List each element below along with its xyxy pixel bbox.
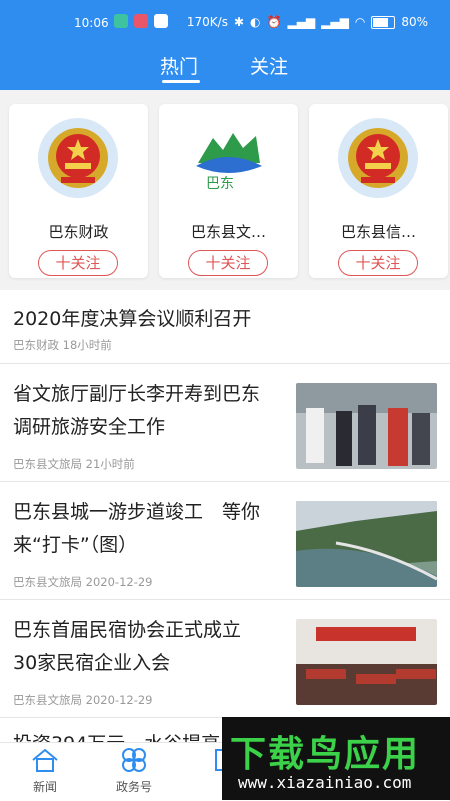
nav-news[interactable]: 新闻 bbox=[10, 747, 80, 795]
net-speed: 170K/s bbox=[186, 15, 228, 29]
recommended-accounts: 巴东财政 十关注 巴东 巴东县文… 十关注 巴东县信… 十关注 bbox=[0, 90, 450, 286]
account-name: 巴东县信… bbox=[340, 223, 416, 241]
battery-percent: 80% bbox=[401, 15, 428, 29]
news-list: 2020年度决算会议顺利召开 巴东财政 18小时前 省文旅厅副厅长李开寿到巴东 … bbox=[0, 290, 450, 759]
news-meta: 巴东县文旅局 2020-12-29 bbox=[13, 574, 153, 590]
news-title-line: 巴东首届民宿协会正式成立 bbox=[13, 619, 242, 641]
nav-gov[interactable]: 政务号 bbox=[99, 747, 169, 795]
news-time: 2020-12-29 bbox=[85, 693, 153, 707]
account-name: 巴东财政 bbox=[48, 223, 109, 241]
news-item[interactable]: 巴东首届民宿协会正式成立 30家民宿企业入会 巴东县文旅局 2020-12-29 bbox=[0, 600, 450, 718]
news-time: 18小时前 bbox=[62, 338, 112, 352]
watermark-title: 下载鸟应用 bbox=[230, 734, 421, 775]
signal-icon: ▂▄▆ bbox=[287, 15, 316, 29]
status-bar: 10:06 170K/s ✱ ◐ ⏰ ▂▄▆ ▂▄▆ ◠ 80% bbox=[0, 0, 450, 44]
news-item[interactable]: 省文旅厅副厅长李开寿到巴东 调研旅游安全工作 巴东县文旅局 21小时前 bbox=[0, 364, 450, 482]
news-title-line: 调研旅游安全工作 bbox=[13, 416, 166, 438]
bluetooth-icon: ✱ bbox=[233, 15, 245, 29]
signal-icon: ▂▄▆ bbox=[321, 15, 349, 29]
news-source: 巴东县文旅局 bbox=[13, 693, 82, 707]
news-title-line: 省文旅厅副厅长李开寿到巴东 bbox=[13, 383, 261, 405]
notification-icons bbox=[114, 14, 168, 28]
mute-icon: ◐ bbox=[250, 15, 261, 29]
news-source: 巴东县文旅局 bbox=[13, 457, 82, 471]
account-name: 巴东县文… bbox=[190, 223, 266, 241]
tab-hot[interactable]: 热门 bbox=[160, 52, 198, 79]
news-meta: 巴东县文旅局 21小时前 bbox=[13, 456, 135, 472]
follow-button[interactable]: 十关注 bbox=[188, 250, 268, 276]
news-item[interactable]: 巴东县城一游步道竣工 等你 来“打卡”（图） 巴东县文旅局 2020-12-29 bbox=[0, 482, 450, 600]
news-time: 2020-12-29 bbox=[85, 575, 153, 589]
app-notification-icon bbox=[154, 14, 168, 28]
home-icon bbox=[32, 748, 58, 772]
status-right: 170K/s ✱ ◐ ⏰ ▂▄▆ ▂▄▆ ◠ 80% bbox=[187, 15, 428, 29]
account-card[interactable]: 巴东财政 十关注 bbox=[9, 104, 148, 278]
wifi-icon: ◠ bbox=[354, 15, 366, 29]
nav-news-label: 新闻 bbox=[32, 780, 57, 794]
news-item[interactable]: 2020年度决算会议顺利召开 巴东财政 18小时前 bbox=[0, 290, 450, 364]
national-emblem-icon bbox=[338, 118, 418, 198]
tab-follow[interactable]: 关注 bbox=[250, 52, 288, 79]
news-title: 巴东首届民宿协会正式成立 30家民宿企业入会 bbox=[13, 614, 241, 680]
follow-button[interactable]: 十关注 bbox=[338, 250, 418, 276]
app-notification-icon bbox=[134, 14, 148, 28]
app-notification-icon bbox=[114, 14, 128, 28]
news-meta: 巴东财政 18小时前 bbox=[13, 337, 112, 353]
news-title: 省文旅厅副厅长李开寿到巴东 调研旅游安全工作 bbox=[13, 378, 260, 444]
follow-button[interactable]: 十关注 bbox=[38, 250, 118, 276]
news-thumbnail bbox=[296, 383, 437, 469]
news-title-line: 巴东县城一游步道竣工 等你 bbox=[13, 501, 261, 523]
news-title: 巴东县城一游步道竣工 等你 来“打卡”（图） bbox=[13, 496, 260, 562]
badong-tourism-logo: 巴东 bbox=[188, 118, 268, 198]
account-card[interactable]: 巴东县信… 十关注 bbox=[309, 104, 448, 278]
battery-icon bbox=[371, 15, 396, 29]
top-tabs: 热门 关注 bbox=[0, 44, 450, 90]
news-title-line: 来“打卡”（图） bbox=[13, 534, 138, 556]
news-title-line: 30家民宿企业入会 bbox=[13, 652, 171, 674]
status-time: 10:06 bbox=[74, 16, 109, 30]
clover-icon bbox=[122, 748, 146, 772]
news-title: 2020年度决算会议顺利召开 bbox=[13, 308, 252, 330]
account-card[interactable]: 巴东 巴东县文… 十关注 bbox=[159, 104, 298, 278]
watermark-url: www.xiazainiao.com bbox=[238, 773, 412, 792]
news-thumbnail bbox=[296, 501, 437, 587]
national-emblem-icon bbox=[38, 118, 118, 198]
news-source: 巴东财政 bbox=[13, 338, 59, 352]
news-source: 巴东县文旅局 bbox=[13, 575, 82, 589]
news-meta: 巴东县文旅局 2020-12-29 bbox=[13, 692, 153, 708]
alarm-icon: ⏰ bbox=[266, 15, 282, 29]
news-thumbnail bbox=[296, 619, 437, 705]
watermark: 下载鸟应用 www.xiazainiao.com bbox=[222, 717, 450, 800]
news-time: 21小时前 bbox=[85, 457, 135, 471]
svg-text:巴东: 巴东 bbox=[206, 176, 234, 192]
tab-active-indicator bbox=[162, 80, 200, 83]
nav-gov-label: 政务号 bbox=[115, 780, 152, 794]
